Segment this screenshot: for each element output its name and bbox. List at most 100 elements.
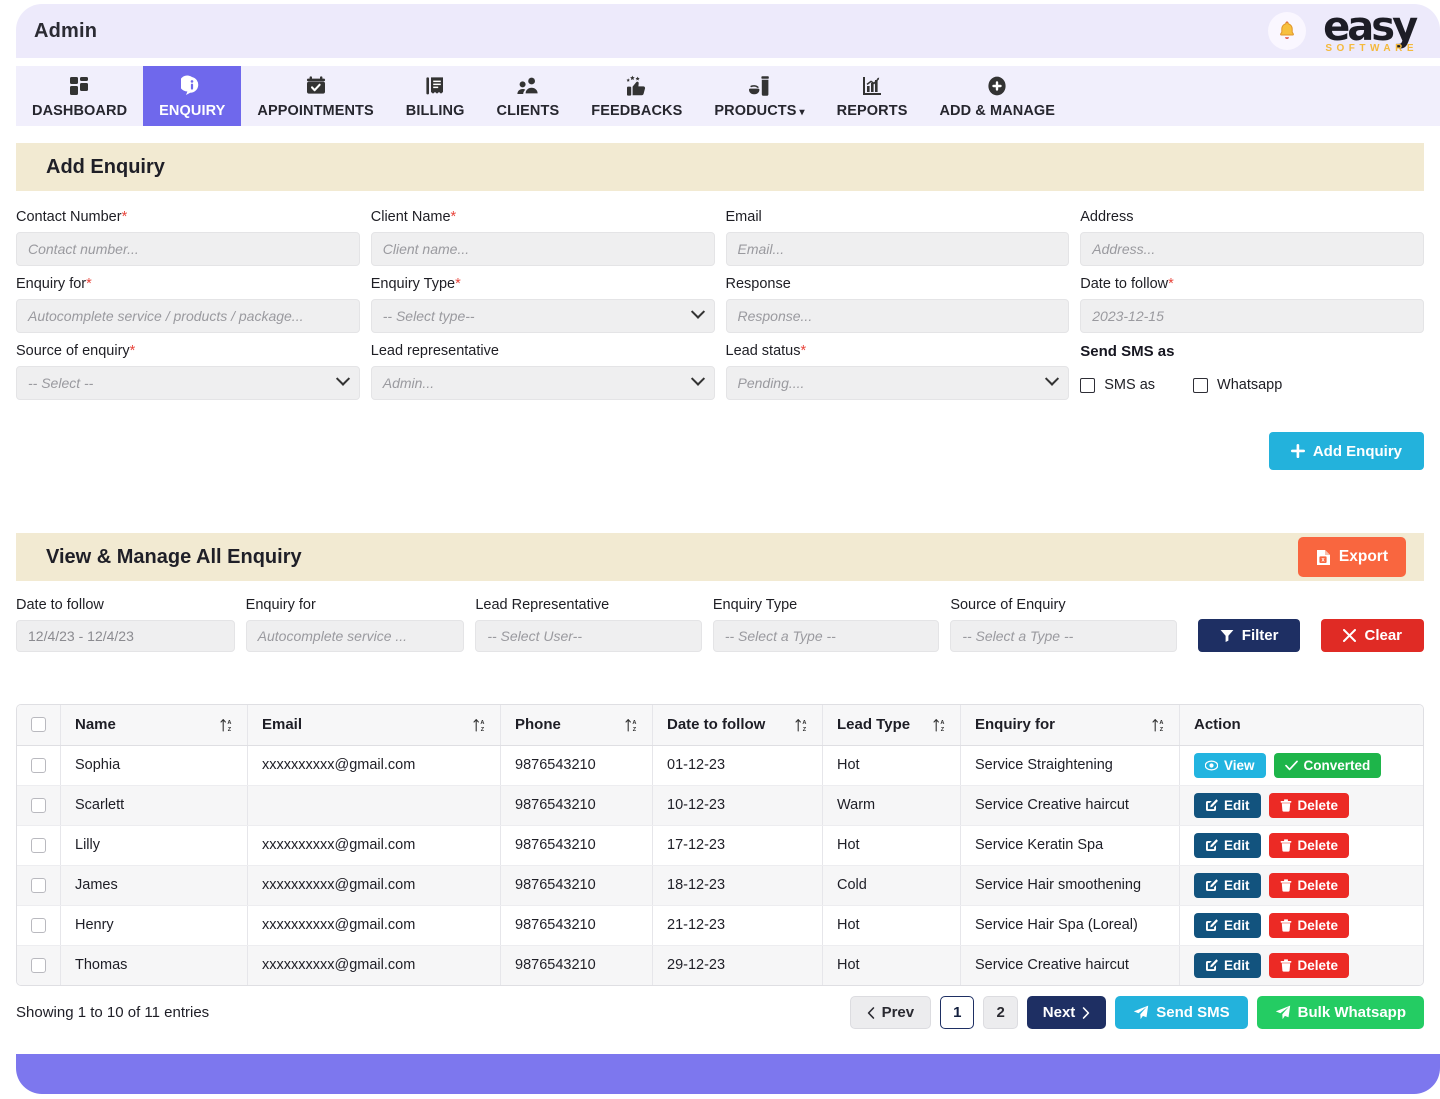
column-label: Date to follow — [667, 716, 765, 733]
bulk-whatsapp-label: Bulk Whatsapp — [1298, 1004, 1406, 1021]
svg-text:A: A — [480, 720, 484, 726]
whatsapp-checkbox[interactable]: Whatsapp — [1193, 377, 1282, 393]
delete-button[interactable]: Delete — [1269, 913, 1350, 938]
delete-button[interactable]: Delete — [1269, 833, 1350, 858]
cell-lead-type: Hot — [823, 825, 961, 865]
edit-button[interactable]: Edit — [1194, 953, 1261, 978]
contact-number-input[interactable]: Contact number... — [16, 232, 360, 266]
add-enquiry-submit-row: Add Enquiry — [16, 410, 1424, 470]
nav-item-products[interactable]: PRODUCTS▾ — [698, 66, 820, 126]
trash-icon — [1280, 799, 1292, 812]
required-star: * — [122, 209, 128, 225]
cell-enquiry-for: Service Creative haircut — [961, 945, 1180, 985]
delete-button[interactable]: Delete — [1269, 953, 1350, 978]
required-star: * — [86, 276, 92, 292]
table-header-row: NameAZ EmailAZ PhoneAZ Date to followAZ … — [17, 705, 1423, 745]
source-of-enquiry-filter-select[interactable]: -- Select a Type -- — [950, 620, 1176, 652]
edit-button[interactable]: Edit — [1194, 833, 1261, 858]
column-header-lead-type[interactable]: Lead TypeAZ — [823, 705, 961, 745]
checkbox-box — [1080, 378, 1095, 393]
select-all-header — [17, 705, 61, 745]
field-label: Lead status* — [726, 343, 1070, 359]
cell-phone: 9876543210 — [501, 905, 653, 945]
field-client-name: Client Name* Client name... — [371, 209, 715, 266]
check-icon — [1285, 760, 1298, 771]
required-star: * — [451, 209, 457, 225]
row-checkbox[interactable] — [31, 758, 46, 773]
row-checkbox[interactable] — [31, 958, 46, 973]
field-label: Address — [1080, 209, 1424, 225]
enquiry-type-select[interactable]: -- Select type-- — [371, 299, 715, 333]
send-sms-button[interactable]: Send SMS — [1115, 996, 1247, 1029]
nav-label: DASHBOARD — [32, 103, 127, 119]
prev-page-label: Prev — [882, 1004, 915, 1021]
select-all-checkbox[interactable] — [31, 717, 46, 732]
cell-lead-type: Cold — [823, 865, 961, 905]
nav-item-billing[interactable]: BILLING — [390, 66, 481, 126]
svg-text:Z: Z — [633, 727, 637, 732]
client-name-input[interactable]: Client name... — [371, 232, 715, 266]
add-enquiry-button[interactable]: Add Enquiry — [1269, 432, 1424, 470]
sms-as-checkbox[interactable]: SMS as — [1080, 377, 1155, 393]
column-label: Lead Type — [837, 716, 910, 733]
nav-item-add-and-manage[interactable]: ADD & MANAGE — [923, 66, 1071, 126]
source-of-enquiry-select[interactable]: -- Select -- — [16, 366, 360, 400]
enquiry-for-input[interactable]: Autocomplete service / products / packag… — [16, 299, 360, 333]
page-button-2[interactable]: 2 — [983, 996, 1017, 1029]
delete-button[interactable]: Delete — [1269, 793, 1350, 818]
lead-status-select[interactable]: Pending.... — [726, 366, 1070, 400]
lead-representative-filter-select[interactable]: -- Select User-- — [475, 620, 701, 652]
response-input[interactable]: Response... — [726, 299, 1070, 333]
converted-button[interactable]: Converted — [1274, 753, 1382, 778]
column-header-enquiry-for[interactable]: Enquiry forAZ — [961, 705, 1180, 745]
bulk-whatsapp-button[interactable]: Bulk Whatsapp — [1257, 996, 1424, 1029]
delete-button[interactable]: Delete — [1269, 873, 1350, 898]
field-label: Client Name* — [371, 209, 715, 225]
email-input[interactable]: Email... — [726, 232, 1070, 266]
column-header-date-to-follow[interactable]: Date to followAZ — [653, 705, 823, 745]
pencil-square-icon — [1205, 839, 1218, 852]
address-input[interactable]: Address... — [1080, 232, 1424, 266]
column-header-name[interactable]: NameAZ — [61, 705, 248, 745]
nav-item-clients[interactable]: CLIENTS — [481, 66, 576, 126]
receipt-icon — [424, 74, 446, 98]
nav-item-appointments[interactable]: APPOINTMENTS — [241, 66, 389, 126]
edit-button[interactable]: Edit — [1194, 793, 1261, 818]
chevron-down-icon: ▾ — [800, 107, 805, 118]
svg-text:Z: Z — [1160, 727, 1164, 732]
cell-actions: Edit Delete — [1180, 905, 1424, 945]
trash-icon — [1280, 879, 1292, 892]
date-range-input[interactable]: 12/4/23 - 12/4/23 — [16, 620, 235, 652]
enquiry-for-filter-input[interactable]: Autocomplete service ... — [246, 620, 465, 652]
view-button[interactable]: View — [1194, 753, 1266, 778]
prev-page-button[interactable]: Prev — [850, 996, 932, 1029]
column-header-phone[interactable]: PhoneAZ — [501, 705, 653, 745]
export-button[interactable]: x Export — [1298, 537, 1406, 577]
plus-icon — [1291, 444, 1305, 458]
row-checkbox[interactable] — [31, 798, 46, 813]
page-button-1[interactable]: 1 — [940, 996, 974, 1029]
row-checkbox[interactable] — [31, 838, 46, 853]
nav-item-dashboard[interactable]: DASHBOARD — [16, 66, 143, 126]
next-page-button[interactable]: Next — [1027, 996, 1107, 1029]
edit-button[interactable]: Edit — [1194, 913, 1261, 938]
filter-button[interactable]: Filter — [1198, 619, 1301, 652]
svg-text:Z: Z — [481, 727, 485, 732]
field-label: Contact Number* — [16, 209, 360, 225]
nav-item-enquiry[interactable]: ENQUIRY — [143, 66, 241, 126]
nav-item-reports[interactable]: REPORTS — [821, 66, 924, 126]
column-header-email[interactable]: EmailAZ — [248, 705, 501, 745]
clear-button[interactable]: Clear — [1321, 619, 1424, 652]
filter-date-to-follow: Date to follow 12/4/23 - 12/4/23 — [16, 597, 235, 652]
lead-representative-select[interactable]: Admin... — [371, 366, 715, 400]
edit-button[interactable]: Edit — [1194, 873, 1261, 898]
send-sms-group: Send SMS as SMS as Whatsapp — [1080, 343, 1424, 400]
nav-item-feedbacks[interactable]: FEEDBACKS — [575, 66, 698, 126]
enquiry-type-filter-select[interactable]: -- Select a Type -- — [713, 620, 939, 652]
notification-button[interactable] — [1268, 12, 1306, 50]
row-checkbox[interactable] — [31, 878, 46, 893]
date-to-follow-input[interactable]: 2023-12-15 — [1080, 299, 1424, 333]
add-enquiry-banner: Add Enquiry — [16, 143, 1424, 191]
row-checkbox[interactable] — [31, 918, 46, 933]
thumbs-up-stars-icon — [625, 74, 649, 98]
